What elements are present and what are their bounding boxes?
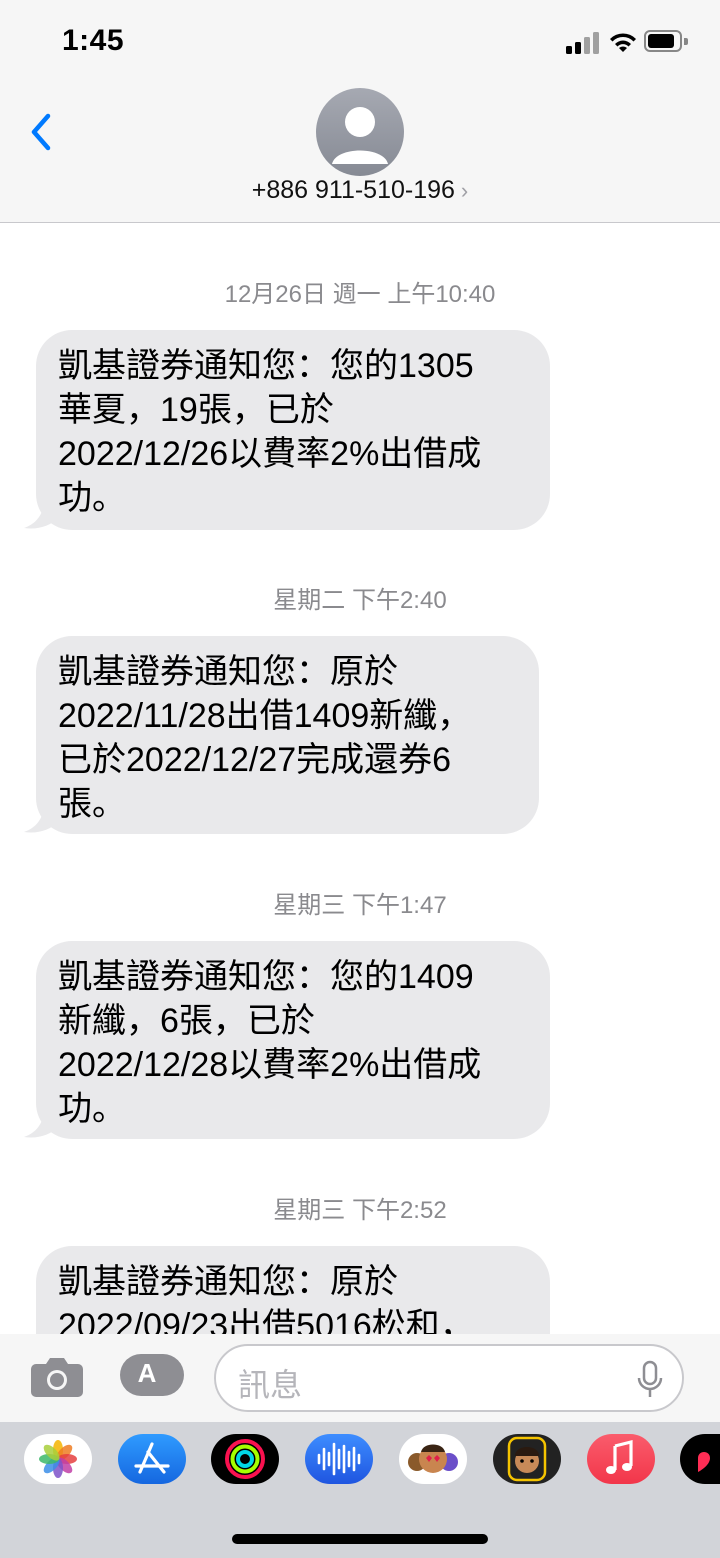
digital-touch-icon[interactable]	[680, 1434, 720, 1484]
message-timestamp: 星期二 下午2:40	[273, 587, 447, 614]
memoji-icon[interactable]	[493, 1434, 561, 1484]
bubble-tail	[24, 1109, 58, 1138]
cellular-signal-icon	[566, 32, 602, 54]
photos-icon[interactable]	[24, 1434, 92, 1484]
camera-button[interactable]	[30, 1356, 84, 1398]
compose-bar: A 訊息	[0, 1334, 720, 1422]
camera-icon	[31, 1358, 83, 1397]
message-input[interactable]: 訊息	[214, 1344, 684, 1412]
chevron-left-icon	[31, 113, 51, 151]
chevron-right-icon: ›	[460, 178, 469, 203]
home-indicator[interactable]	[232, 1534, 488, 1544]
message-bubble[interactable]: 凱基證券通知您：您的1409 新纖，6張，已於 2022/12/28以費率2%出…	[36, 941, 550, 1139]
message-bubble[interactable]: 凱基證券通知您：您的1305 華夏，19張，已於 2022/12/26以費率2%…	[36, 330, 550, 530]
music-icon[interactable]	[587, 1434, 655, 1484]
message-timestamp: 12月26日 週一 上午10:40	[224, 281, 496, 308]
microphone-icon[interactable]	[636, 1360, 664, 1400]
message-input-placeholder: 訊息	[238, 1367, 303, 1403]
message-timestamp: 星期三 下午2:52	[273, 1197, 447, 1224]
audio-message-icon[interactable]	[305, 1434, 373, 1484]
bubble-tail	[24, 500, 58, 529]
contact-name-button[interactable]: +886 911-510-196 ›	[0, 176, 720, 205]
message-bubble[interactable]: 凱基證券通知您：原於 2022/11/28出借1409新纖， 已於2022/12…	[36, 636, 539, 834]
app-store-icon[interactable]	[118, 1434, 186, 1484]
battery-icon	[644, 30, 690, 54]
message-timestamp: 星期三 下午1:47	[273, 892, 447, 919]
app-store-icon: A	[137, 1358, 157, 1388]
bubble-tail	[24, 804, 58, 833]
conversation-header: +886 911-510-196 ›	[0, 88, 720, 223]
app-store-button[interactable]: A	[120, 1354, 184, 1396]
animoji-icon[interactable]	[399, 1434, 467, 1484]
activity-icon[interactable]	[211, 1434, 279, 1484]
status-bar: 1:45	[0, 0, 720, 88]
avatar[interactable]	[316, 88, 404, 176]
wifi-icon	[608, 30, 638, 54]
contact-phone-number: +886 911-510-196	[251, 176, 455, 204]
back-button[interactable]	[24, 110, 58, 154]
status-time: 1:45	[62, 24, 125, 57]
person-icon	[332, 107, 388, 164]
